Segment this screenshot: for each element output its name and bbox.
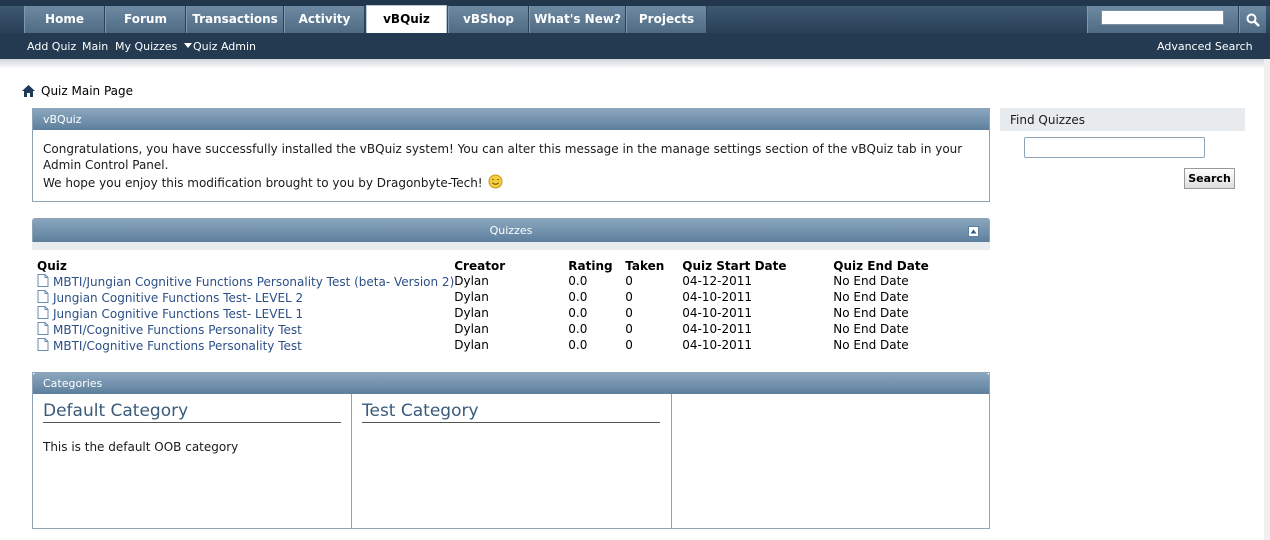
col-creator[interactable]: Creator — [454, 258, 568, 273]
quiz-admin-link[interactable]: Quiz Admin — [193, 40, 256, 53]
table-row: Jungian Cognitive Functions Test- LEVEL … — [37, 289, 953, 305]
welcome-message-line1: Congratulations, you have successfully i… — [43, 142, 963, 172]
rating-value: 0.0 — [568, 290, 588, 304]
tab-whats-new[interactable]: What's New? — [529, 6, 626, 33]
end-date: No End Date — [833, 306, 909, 320]
quizzes-block-header: Quizzes — [32, 218, 990, 242]
search-quizzes-button[interactable]: Search — [1184, 168, 1235, 189]
find-quizzes-title: Find Quizzes — [1000, 108, 1245, 131]
quiz-link[interactable]: MBTI/Jungian Cognitive Functions Persona… — [53, 275, 454, 289]
find-quizzes-input[interactable] — [1024, 137, 1205, 158]
quiz-link[interactable]: MBTI/Cognitive Functions Personality Tes… — [53, 339, 302, 353]
col-quiz[interactable]: Quiz — [37, 258, 454, 273]
rating-value: 0.0 — [568, 338, 588, 352]
main-link[interactable]: Main — [82, 40, 108, 53]
tab-activity[interactable]: Activity — [284, 6, 365, 33]
tab-forum[interactable]: Forum — [105, 6, 186, 33]
search-button[interactable] — [1239, 6, 1266, 33]
end-date: No End Date — [833, 290, 909, 304]
end-date: No End Date — [833, 322, 909, 336]
taken-value: 0 — [625, 306, 633, 320]
collapse-icon — [970, 229, 977, 234]
category-title-link[interactable]: Default Category — [43, 401, 341, 423]
collapse-button[interactable] — [968, 226, 979, 237]
quizzes-block-title: Quizzes — [489, 224, 533, 237]
scrollbar-track[interactable] — [1264, 59, 1270, 540]
add-quiz-link[interactable]: Add Quiz — [27, 40, 76, 53]
quizzes-header-strip — [32, 242, 990, 250]
advanced-search-link[interactable]: Advanced Search — [1157, 40, 1253, 53]
creator-link[interactable]: Dylan — [454, 321, 568, 337]
home-icon[interactable] — [22, 85, 35, 97]
table-row: Jungian Cognitive Functions Test- LEVEL … — [37, 305, 953, 321]
rating-value: 0.0 — [568, 322, 588, 336]
col-rating[interactable]: Rating — [568, 258, 625, 273]
end-date: No End Date — [833, 274, 909, 288]
col-end-date[interactable]: Quiz End Date — [833, 258, 953, 273]
document-icon — [37, 289, 49, 303]
category-cell: Test Category — [352, 394, 672, 529]
breadcrumb-current: Quiz Main Page — [41, 84, 134, 98]
creator-link[interactable]: Dylan — [454, 305, 568, 321]
category-cell: Default Category This is the default OOB… — [33, 394, 352, 529]
taken-value: 0 — [625, 322, 633, 336]
magnifier-icon — [1246, 13, 1260, 27]
col-taken[interactable]: Taken — [625, 258, 682, 273]
welcome-block-title: vBQuiz — [33, 109, 989, 130]
start-date: 04-12-2011 — [682, 274, 752, 288]
start-date: 04-10-2011 — [682, 306, 752, 320]
tab-transactions[interactable]: Transactions — [186, 6, 284, 33]
creator-link[interactable]: Dylan — [454, 337, 568, 353]
tab-vbshop[interactable]: vBShop — [448, 6, 529, 33]
document-icon — [37, 337, 49, 351]
category-cell-empty — [672, 394, 989, 529]
my-quizzes-label: My Quizzes — [115, 40, 178, 53]
document-icon — [37, 321, 49, 335]
quiz-link[interactable]: Jungian Cognitive Functions Test- LEVEL … — [53, 307, 303, 321]
rating-value: 0.0 — [568, 306, 588, 320]
document-icon — [37, 273, 49, 287]
sub-navbar: Add Quiz Main My Quizzes Quiz Admin Adva… — [0, 33, 1270, 59]
category-description: This is the default OOB category — [43, 440, 239, 454]
start-date: 04-10-2011 — [682, 322, 752, 336]
tab-home[interactable]: Home — [24, 6, 105, 33]
category-title-link[interactable]: Test Category — [362, 401, 660, 423]
top-search-input[interactable] — [1101, 10, 1224, 25]
subnav-shadow — [0, 59, 1270, 69]
breadcrumb: Quiz Main Page — [22, 83, 133, 99]
smiley-icon — [488, 174, 503, 189]
quiz-link[interactable]: Jungian Cognitive Functions Test- LEVEL … — [53, 291, 303, 305]
quiz-link[interactable]: MBTI/Cognitive Functions Personality Tes… — [53, 323, 302, 337]
taken-value: 0 — [625, 290, 633, 304]
tab-projects[interactable]: Projects — [626, 6, 707, 33]
table-row: MBTI/Cognitive Functions Personality Tes… — [37, 321, 953, 337]
categories-block-title: Categories — [33, 373, 989, 394]
creator-link[interactable]: Dylan — [454, 273, 568, 289]
document-icon — [37, 305, 49, 319]
quizzes-block: Quizzes Quiz Creator Rating Taken Quiz S… — [32, 218, 990, 360]
welcome-block: vBQuiz Congratulations, you have success… — [32, 108, 990, 202]
table-row: MBTI/Cognitive Functions Personality Tes… — [37, 337, 953, 353]
my-quizzes-menu[interactable]: My Quizzes — [115, 40, 192, 53]
taken-value: 0 — [625, 338, 633, 352]
dropdown-arrow-icon — [183, 43, 192, 48]
creator-link[interactable]: Dylan — [454, 289, 568, 305]
quizzes-table-header: Quiz Creator Rating Taken Quiz Start Dat… — [37, 258, 953, 273]
end-date: No End Date — [833, 338, 909, 352]
start-date: 04-10-2011 — [682, 338, 752, 352]
table-row: MBTI/Jungian Cognitive Functions Persona… — [37, 273, 953, 289]
quizzes-table: Quiz Creator Rating Taken Quiz Start Dat… — [37, 258, 953, 353]
categories-block: Categories Default Category This is the … — [32, 372, 990, 529]
taken-value: 0 — [625, 274, 633, 288]
main-navbar: Home Forum Transactions Activity vBQuiz … — [0, 0, 1270, 33]
start-date: 04-10-2011 — [682, 290, 752, 304]
tab-vbquiz[interactable]: vBQuiz — [366, 5, 447, 33]
col-start-date[interactable]: Quiz Start Date — [682, 258, 833, 273]
rating-value: 0.0 — [568, 274, 588, 288]
welcome-message-line2: We hope you enjoy this modification brou… — [43, 176, 483, 190]
